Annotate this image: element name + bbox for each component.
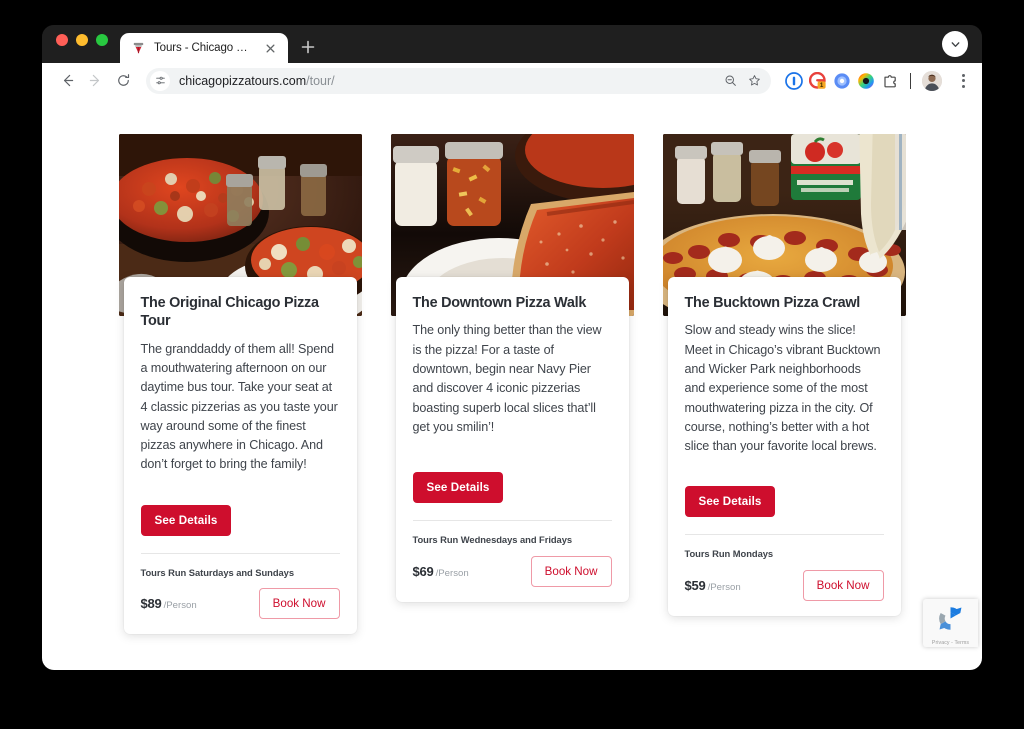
price-amount: $59 [684, 577, 706, 593]
see-details-button[interactable]: See Details [140, 504, 232, 536]
price-row: $59/Person Book Now [685, 569, 884, 601]
tour-card: The Downtown Pizza Walk The only thing b… [390, 134, 634, 634]
tour-description: Slow and steady wins the slice! Meet in … [684, 323, 881, 454]
reload-button[interactable] [110, 68, 136, 94]
toolbar-separator [910, 72, 911, 89]
new-tab-button[interactable] [295, 34, 321, 60]
url-domain: chicagopizzatours.com [179, 73, 307, 88]
tour-schedule-label: Tours Run Mondays [684, 548, 774, 560]
tour-card-panel: The Bucktown Pizza Crawl Slow and steady… [667, 277, 901, 616]
browser-window: Tours - Chicago Pizza Tours [42, 25, 982, 670]
book-now-button[interactable]: Book Now [802, 569, 884, 601]
address-bar-url[interactable]: chicagopizzatours.com/tour/ [179, 74, 719, 88]
book-now-button[interactable]: Book Now [530, 556, 612, 587]
close-window-button[interactable] [56, 34, 68, 46]
book-now-button[interactable]: Book Now [258, 588, 340, 620]
pizza-tours-favicon-icon [131, 41, 146, 56]
tab-title: Tours - Chicago Pizza Tours [154, 42, 255, 54]
address-bar[interactable]: chicagopizzatours.com/tour/ [146, 67, 771, 94]
see-details-button[interactable]: See Details [684, 486, 776, 518]
card-spacer [685, 456, 884, 470]
window-traffic-lights [56, 25, 108, 63]
tour-title: The Original Chicago Pizza Tour [140, 295, 319, 330]
browser-menu-button[interactable] [954, 72, 972, 90]
window-expand-button[interactable] [942, 31, 968, 57]
close-tab-icon[interactable] [263, 41, 278, 56]
extensions-tray: 1 [779, 70, 972, 91]
recaptcha-badge[interactable]: Privacy - Terms [923, 599, 978, 647]
price-unit: /Person [163, 600, 197, 612]
bookmark-star-icon[interactable] [743, 70, 765, 92]
forward-arrow-icon [89, 74, 99, 87]
1password-extension-icon[interactable] [785, 71, 803, 90]
chevron-down-icon [951, 41, 959, 47]
colorful-extension-icon[interactable] [857, 72, 875, 90]
zoom-window-button[interactable] [96, 34, 108, 46]
url-path: /tour/ [306, 73, 335, 88]
puzzle-extensions-icon[interactable] [881, 72, 899, 90]
tour-card-panel: The Downtown Pizza Walk The only thing b… [395, 277, 629, 602]
browser-tab-tours[interactable]: Tours - Chicago Pizza Tours [120, 33, 288, 63]
tour-price: $59/Person [685, 578, 741, 593]
svg-text:1: 1 [820, 82, 824, 89]
tour-card: The Original Chicago Pizza Tour The gran… [118, 134, 362, 635]
tour-title: The Downtown Pizza Walk [412, 295, 587, 311]
back-button[interactable] [54, 68, 80, 94]
card-spacer [141, 475, 340, 489]
tour-card-panel: The Original Chicago Pizza Tour The gran… [123, 277, 357, 635]
grammarly-extension-icon[interactable]: 1 [808, 71, 827, 90]
forward-button[interactable] [82, 68, 108, 94]
price-amount: $69 [412, 564, 434, 579]
card-divider [412, 520, 612, 522]
browser-toolbar: chicagopizzatours.com/tour/ 1 [42, 63, 982, 98]
price-unit: /Person [707, 581, 741, 593]
tour-schedule-label: Tours Run Wednesdays and Fridays [412, 534, 573, 546]
card-spacer [413, 437, 612, 456]
tour-description: The granddaddy of them all! Spend a mout… [140, 341, 338, 472]
tour-card: The Bucktown Pizza Crawl Slow and steady… [662, 134, 906, 634]
reload-icon [117, 74, 129, 86]
card-divider [140, 552, 340, 554]
see-details-button[interactable]: See Details [412, 472, 504, 504]
tour-title: The Bucktown Pizza Crawl [684, 295, 861, 311]
tab-strip: Tours - Chicago Pizza Tours [42, 25, 982, 63]
price-row: $89/Person Book Now [141, 588, 340, 620]
price-amount: $89 [140, 596, 162, 612]
loom-extension-icon[interactable] [833, 72, 851, 90]
price-row: $69/Person Book Now [413, 556, 612, 587]
recaptcha-legal-text[interactable]: Privacy - Terms [932, 640, 969, 646]
profile-avatar[interactable] [922, 70, 942, 91]
site-settings-tune-icon[interactable] [150, 70, 170, 91]
tour-cards-row: The Original Chicago Pizza Tour The gran… [42, 134, 982, 635]
price-unit: /Person [435, 568, 469, 579]
recaptcha-icon [936, 604, 965, 638]
minimize-window-button[interactable] [76, 34, 88, 46]
card-divider [684, 534, 884, 536]
tour-price: $89/Person [141, 596, 197, 611]
tour-description: The only thing better than the view is t… [412, 323, 602, 434]
tour-schedule-label: Tours Run Saturdays and Sundays [140, 566, 295, 578]
page-viewport: The Original Chicago Pizza Tour The gran… [42, 98, 982, 670]
tour-price: $69/Person [413, 564, 469, 579]
zoom-out-icon[interactable] [719, 70, 741, 92]
omnibox-actions [719, 70, 765, 92]
back-arrow-icon [63, 74, 73, 87]
